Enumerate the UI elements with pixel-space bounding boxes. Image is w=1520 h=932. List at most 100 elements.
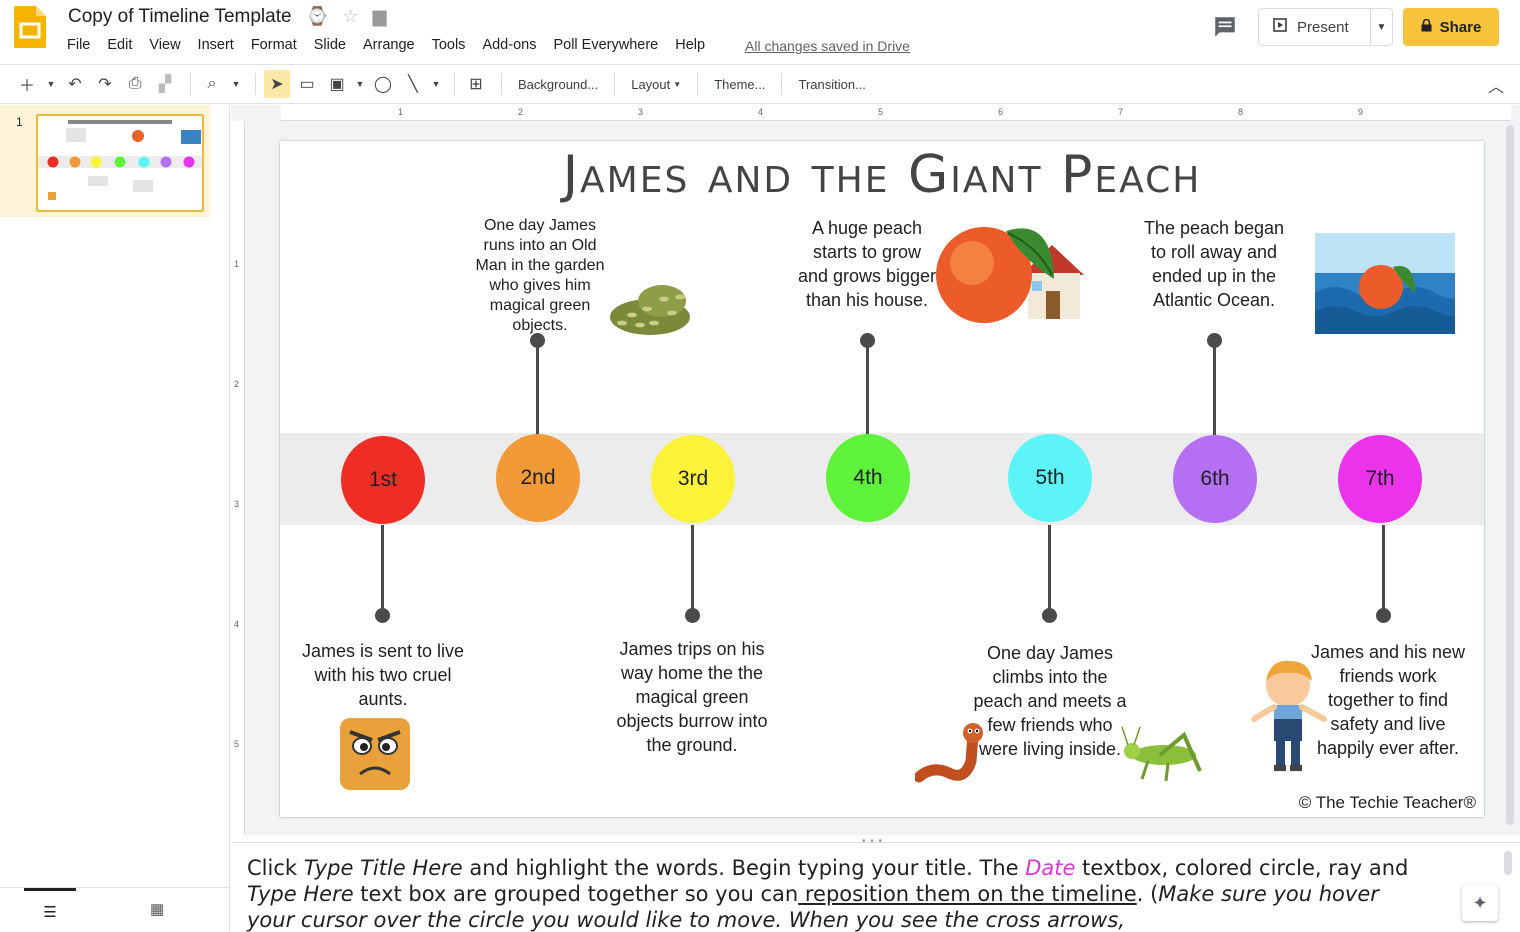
event-text-1[interactable]: James is sent to live with his two cruel… <box>300 639 466 711</box>
timeline-circle-3rd[interactable]: 3rd <box>651 435 735 523</box>
timeline-ray <box>866 341 869 435</box>
timeline-ray <box>536 341 539 435</box>
speaker-notes[interactable]: Click Type Title Here and highlight the … <box>231 842 1520 932</box>
event-text-5[interactable]: One day James climbs into the peach and … <box>970 641 1130 761</box>
timeline-dot <box>375 608 390 623</box>
explore-icon[interactable]: ✦ <box>1462 885 1498 921</box>
save-status-link[interactable]: All changes saved in Drive <box>745 38 910 54</box>
star-icon[interactable]: ☆ <box>342 6 358 27</box>
theme-button[interactable]: Theme... <box>706 70 773 98</box>
collapse-toolbar-icon[interactable]: ︿ <box>1488 73 1504 97</box>
worm-image[interactable] <box>913 721 991 783</box>
document-title[interactable]: Copy of Timeline Template <box>68 6 292 28</box>
timeline-dot <box>860 333 875 348</box>
timeline-dot <box>1207 333 1222 348</box>
slide-thumbnail[interactable] <box>36 114 204 212</box>
layout-dropdown-icon: ▼ <box>673 79 682 89</box>
menu-poll-everywhere[interactable]: Poll Everywhere <box>553 37 666 53</box>
present-dropdown-icon[interactable]: ▼ <box>1371 22 1392 33</box>
horizontal-ruler: 1 2 3 4 5 6 7 8 9 <box>281 105 1511 121</box>
comments-icon[interactable] <box>1212 14 1238 40</box>
line-icon[interactable]: ╲ <box>400 70 426 98</box>
seeds-image[interactable] <box>602 279 692 339</box>
layout-button[interactable]: Layout ▼ <box>623 70 689 98</box>
present-icon <box>1273 18 1287 36</box>
speaker-notes-text[interactable]: Click Type Title Here and highlight the … <box>247 855 1427 932</box>
line-dropdown-icon[interactable]: ▼ <box>430 70 442 98</box>
event-text-2[interactable]: One day James runs into an Old Man in th… <box>470 216 610 336</box>
canvas-scrollbar[interactable] <box>1506 125 1514 825</box>
slides-app: Copy of Timeline Template ⌚ ☆ ▆ File Edi… <box>0 0 1520 932</box>
timeline-ray <box>1048 525 1051 615</box>
filmstrip-slide-1[interactable]: 1 <box>0 105 210 217</box>
timeline-ray <box>1382 525 1385 615</box>
menu-tools[interactable]: Tools <box>432 37 474 53</box>
timeline-dot <box>685 608 700 623</box>
peach-ocean-image[interactable] <box>1315 233 1475 334</box>
menu-addons[interactable]: Add-ons <box>482 37 544 53</box>
menu-edit[interactable]: Edit <box>107 37 140 53</box>
menu-view[interactable]: View <box>149 37 188 53</box>
grasshopper-image[interactable] <box>1120 725 1206 785</box>
timeline-ray <box>691 525 694 615</box>
paint-format-icon[interactable]: ▞ <box>152 70 178 98</box>
grid-view-icon[interactable]: ▦ <box>150 900 164 918</box>
slides-logo-icon[interactable] <box>14 6 46 48</box>
select-pointer-icon[interactable]: ➤ <box>264 70 290 98</box>
menu-file[interactable]: File <box>67 37 98 53</box>
menu-insert[interactable]: Insert <box>198 37 242 53</box>
event-text-3[interactable]: James trips on his way home the the magi… <box>616 637 768 757</box>
timeline-circle-2nd[interactable]: 2nd <box>496 434 580 522</box>
slide-number: 1 <box>16 115 23 129</box>
share-button[interactable]: Share <box>1403 8 1499 46</box>
redo-icon[interactable]: ↷ <box>92 70 118 98</box>
header: Copy of Timeline Template ⌚ ☆ ▆ File Edi… <box>0 0 1520 64</box>
event-text-7[interactable]: James and his new friends work together … <box>1308 640 1468 760</box>
print-icon[interactable]: ⎙ <box>122 70 148 98</box>
watch-icon: ⌚ <box>306 6 329 26</box>
shape-icon[interactable]: ◯ <box>370 70 396 98</box>
slide[interactable]: James and the Giant Peach 1st 2nd 3rd 4t… <box>280 141 1484 817</box>
timeline-circle-6th[interactable]: 6th <box>1173 435 1257 523</box>
background-button[interactable]: Background... <box>510 70 606 98</box>
peach-house-image[interactable] <box>934 217 1094 327</box>
toolbar: ＋ ▼ ↶ ↷ ⎙ ▞ ⌕ ▼ ➤ ▭ ▣ ▼ ◯ ╲ ▼ ⊞ Backgrou… <box>0 64 1520 104</box>
timeline-dot <box>1042 608 1057 623</box>
image-dropdown-icon[interactable]: ▼ <box>354 70 366 98</box>
filmstrip: 1 ☰ ▦ <box>0 105 230 932</box>
text-box-icon[interactable]: ▭ <box>294 70 320 98</box>
present-button[interactable]: Present ▼ <box>1258 8 1393 46</box>
zoom-icon[interactable]: ⌕ <box>199 70 225 98</box>
new-slide-icon[interactable]: ＋ <box>14 70 40 98</box>
menu-bar: File Edit View Insert Format Slide Arran… <box>67 37 722 53</box>
menu-arrange[interactable]: Arrange <box>363 37 423 53</box>
boy-image[interactable] <box>1250 657 1328 775</box>
copyright-text: © The Techie Teacher® <box>1298 793 1476 812</box>
add-comment-icon[interactable]: ⊞ <box>463 70 489 98</box>
slide-title[interactable]: James and the Giant Peach <box>280 145 1484 205</box>
timeline-circle-5th[interactable]: 5th <box>1008 434 1092 522</box>
timeline-circle-7th[interactable]: 7th <box>1338 435 1422 523</box>
timeline-circle-4th[interactable]: 4th <box>826 434 910 522</box>
new-slide-dropdown-icon[interactable]: ▼ <box>44 70 58 98</box>
undo-icon[interactable]: ↶ <box>62 70 88 98</box>
share-label: Share <box>1439 18 1482 36</box>
transition-button[interactable]: Transition... <box>790 70 873 98</box>
folder-icon[interactable]: ▆ <box>373 6 387 27</box>
timeline-circle-1st[interactable]: 1st <box>341 436 425 524</box>
event-text-6[interactable]: The peach began to roll away and ended u… <box>1136 216 1292 312</box>
event-text-4[interactable]: A huge peach starts to grow and grows bi… <box>796 216 938 312</box>
zoom-dropdown-icon[interactable]: ▼ <box>229 70 243 98</box>
notes-scrollbar[interactable] <box>1504 851 1512 875</box>
image-icon[interactable]: ▣ <box>324 70 350 98</box>
present-label: Present <box>1297 18 1349 36</box>
angry-face-image[interactable] <box>338 716 412 792</box>
menu-format[interactable]: Format <box>251 37 305 53</box>
vertical-ruler: 1 2 3 4 5 <box>231 121 245 835</box>
lock-icon <box>1421 18 1432 36</box>
filmstrip-view-icon[interactable]: ☰ <box>24 888 76 932</box>
timeline-dot <box>1376 608 1391 623</box>
menu-help[interactable]: Help <box>675 37 713 53</box>
timeline-ray <box>381 525 384 615</box>
menu-slide[interactable]: Slide <box>314 37 354 53</box>
